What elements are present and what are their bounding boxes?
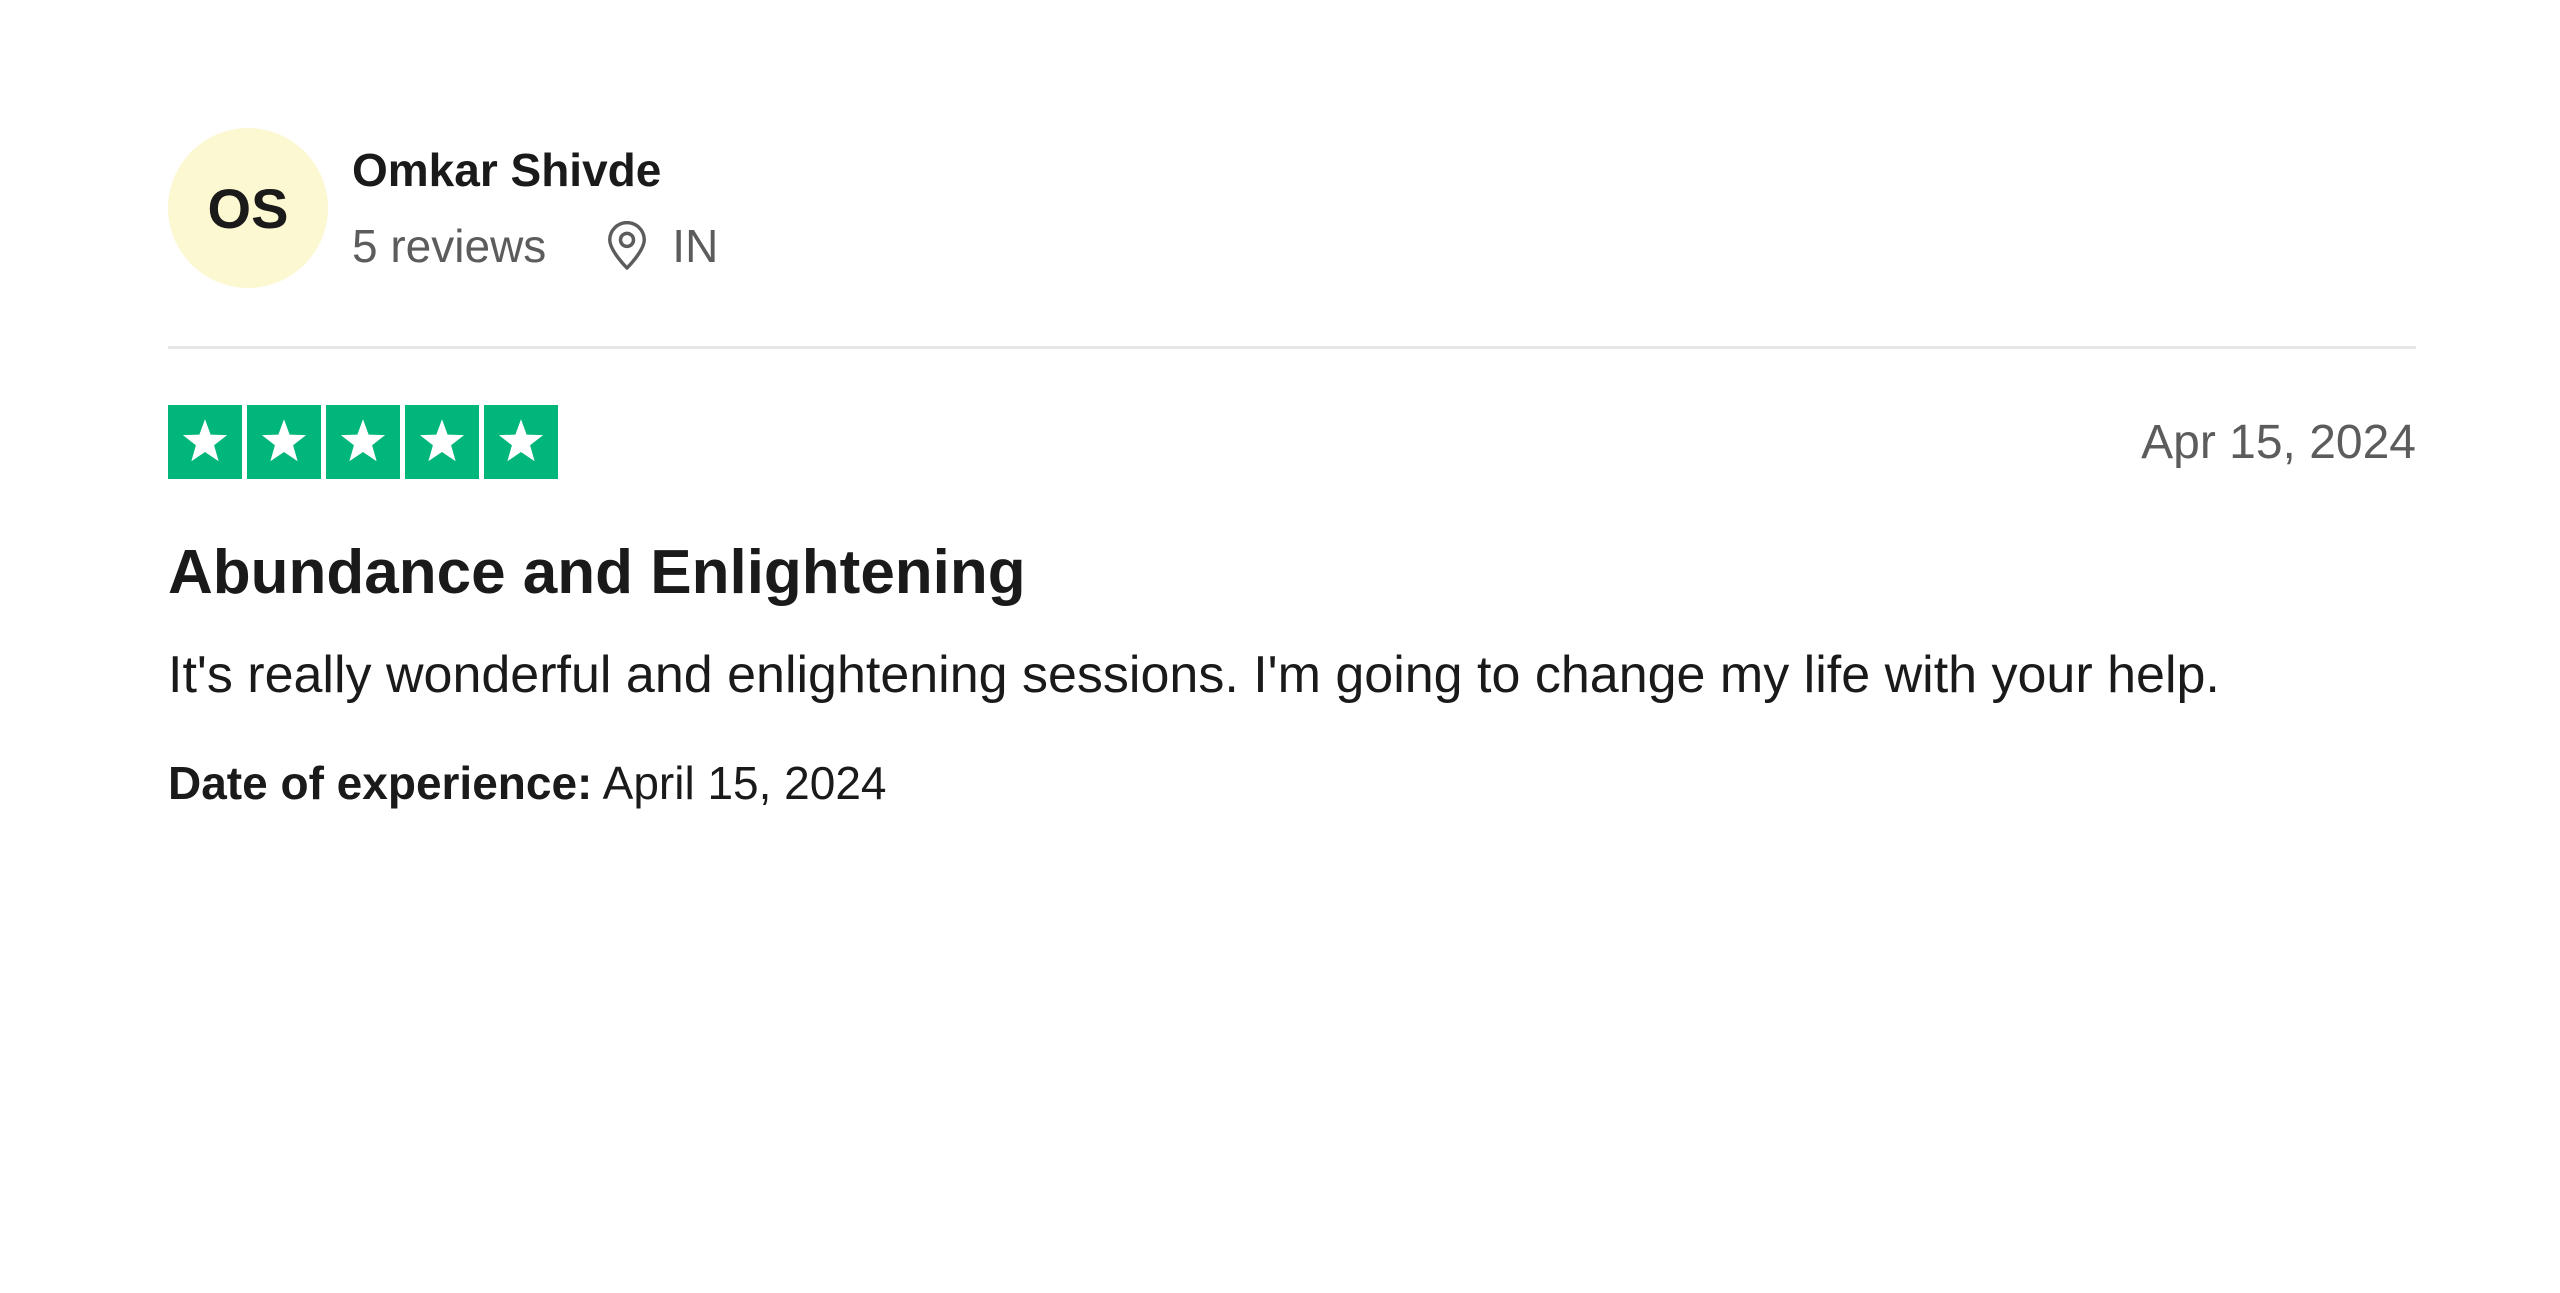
location-code: IN (672, 220, 719, 272)
divider (168, 346, 2416, 349)
star-icon (498, 419, 544, 462)
avatar[interactable]: OS (168, 128, 328, 288)
star-icon (261, 419, 307, 462)
consumer-meta: 5 reviews IN (352, 218, 718, 274)
consumer-name-link[interactable]: Omkar Shivde (352, 142, 718, 198)
star-icon (340, 419, 386, 462)
consumer-location: IN (604, 218, 718, 274)
star-rating (168, 405, 558, 479)
date-of-experience: Date of experience: April 15, 2024 (168, 755, 2416, 811)
star-box (168, 405, 242, 479)
rating-row: Apr 15, 2024 (168, 405, 2416, 479)
review-card: OS Omkar Shivde 5 reviews IN Apr 15, 202… (168, 128, 2416, 811)
star-icon (419, 419, 465, 462)
star-box (247, 405, 321, 479)
location-pin-icon (608, 221, 647, 270)
reviews-count: 5 reviews (352, 220, 547, 272)
review-text: It's really wonderful and enlightening s… (168, 646, 2220, 704)
star-box (405, 405, 479, 479)
review-title[interactable]: Abundance and Enlightening (168, 535, 2416, 611)
consumer-info: Omkar Shivde 5 reviews IN (352, 142, 718, 274)
experience-date: April 15, 2024 (602, 757, 887, 809)
star-icon (182, 419, 228, 462)
review-date: Apr 15, 2024 (2141, 415, 2416, 469)
experience-label: Date of experience: (168, 757, 593, 809)
consumer-header: OS Omkar Shivde 5 reviews IN (168, 128, 2416, 288)
star-box (326, 405, 400, 479)
star-box (484, 405, 558, 479)
